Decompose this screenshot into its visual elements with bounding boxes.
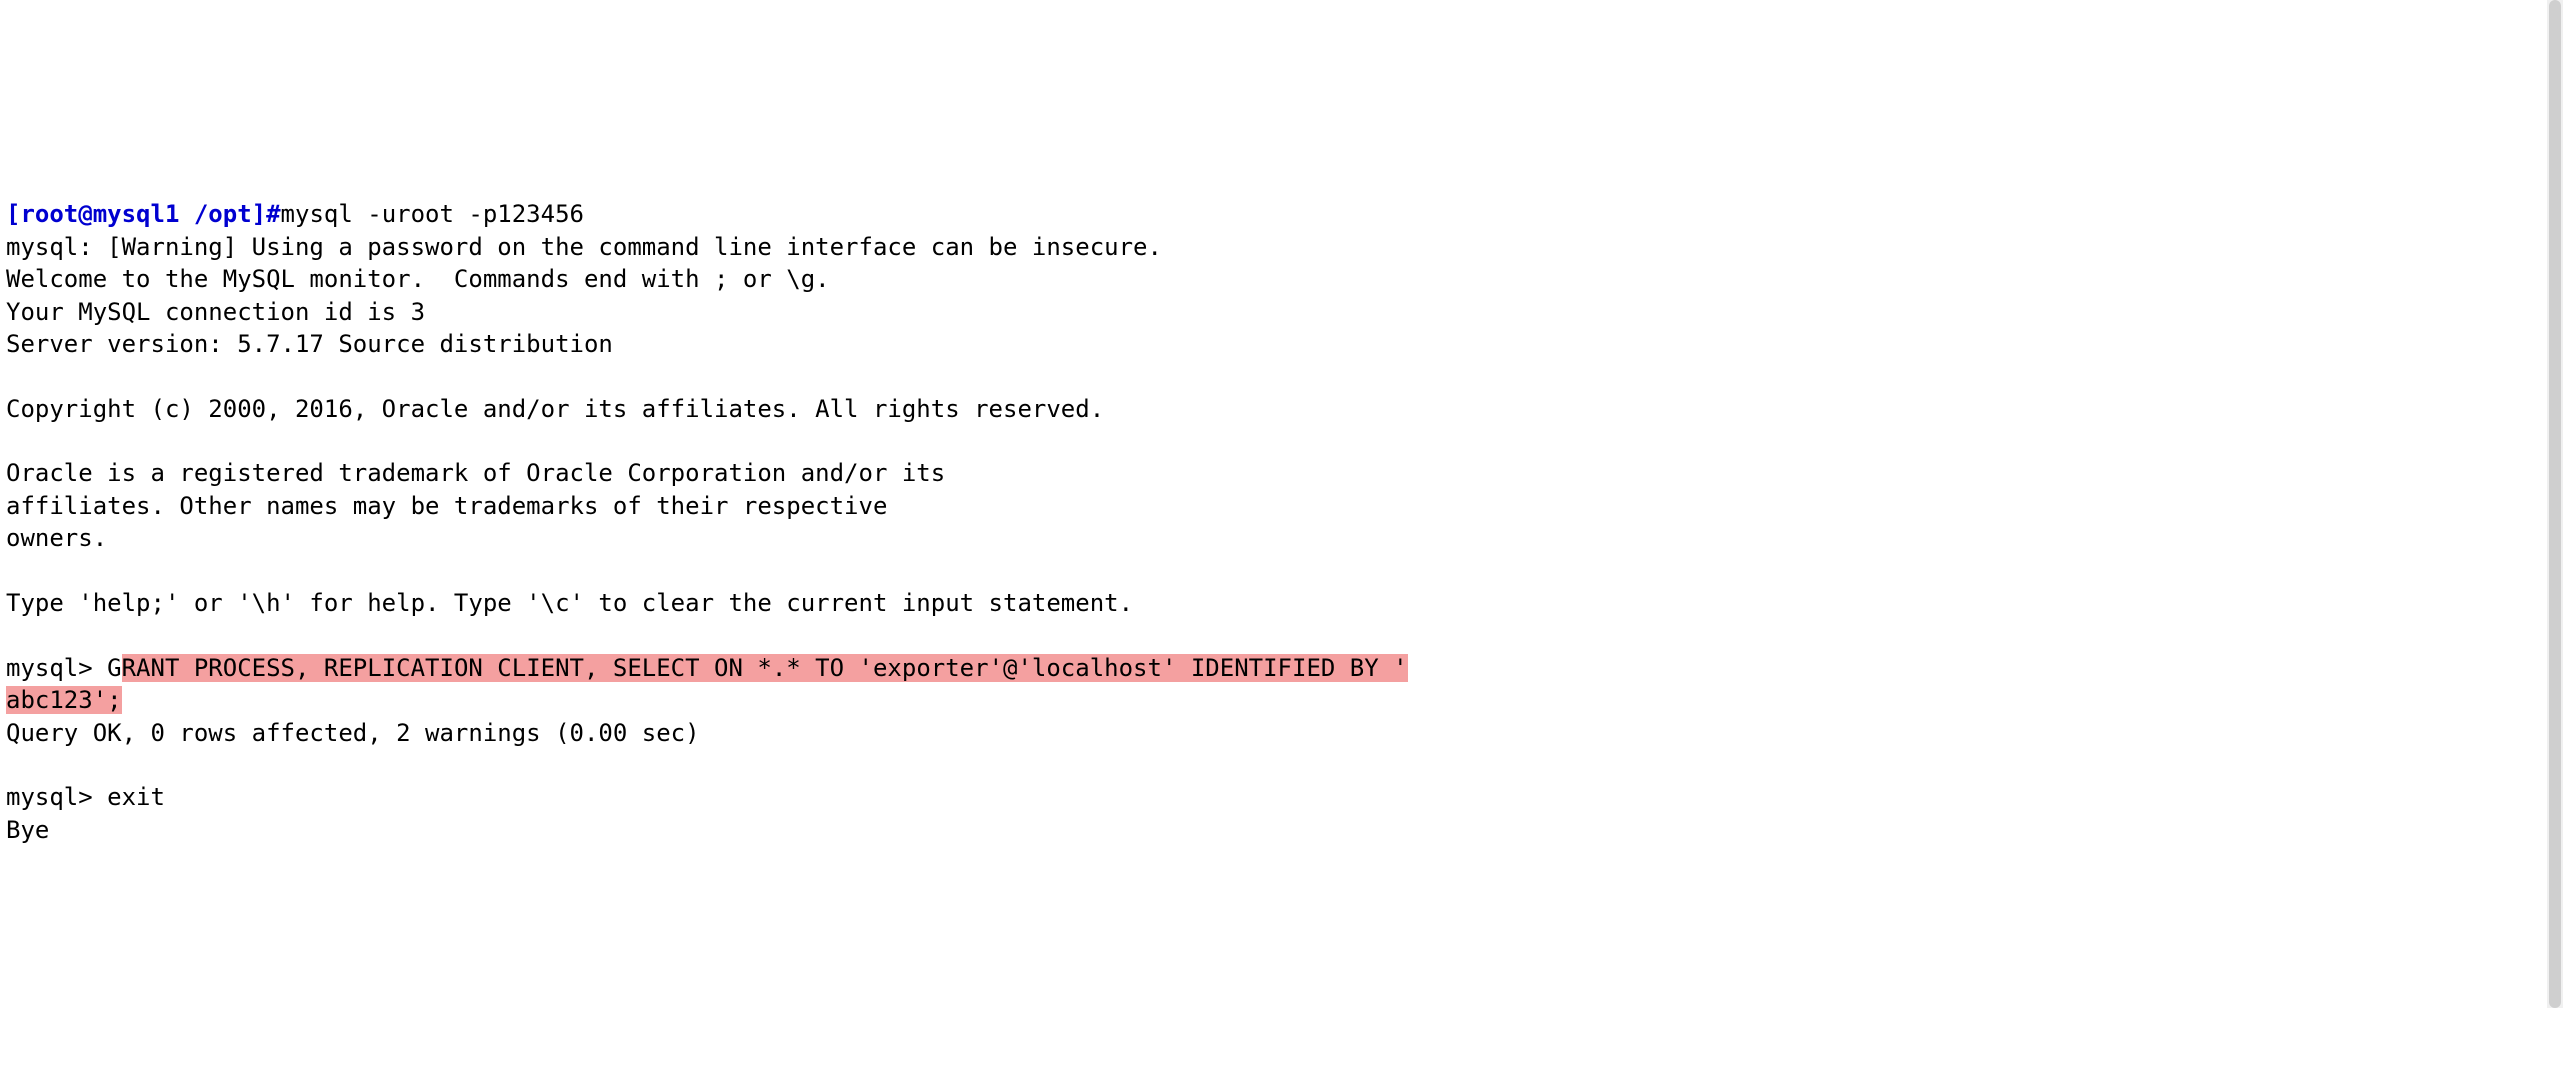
mysql-trademark-2: affiliates. Other names may be trademark…	[6, 492, 887, 520]
mysql-trademark-1: Oracle is a registered trademark of Orac…	[6, 459, 945, 487]
mysql-prompt: mysql>	[6, 654, 107, 682]
query-ok: Query OK, 0 rows affected, 2 warnings (0…	[6, 719, 700, 747]
mysql-conn-id: Your MySQL connection id is 3	[6, 298, 425, 326]
prompt-user-host: [root@mysql1	[6, 200, 194, 228]
prompt-hash: #	[266, 200, 280, 228]
grant-stmt-plain-prefix: G	[107, 654, 121, 682]
mysql-help-line: Type 'help;' or '\h' for help. Type '\c'…	[6, 589, 1133, 617]
shell-command: mysql -uroot -p123456	[281, 200, 584, 228]
mysql-version: Server version: 5.7.17 Source distributi…	[6, 330, 613, 358]
mysql-prompt: mysql>	[6, 783, 107, 811]
bye-line: Bye	[6, 816, 49, 844]
grant-stmt-highlight-1: RANT PROCESS, REPLICATION CLIENT, SELECT…	[122, 654, 1408, 682]
exit-command: exit	[107, 783, 165, 811]
mysql-warning: mysql: [Warning] Using a password on the…	[6, 233, 1162, 261]
prompt-cwd: /opt]	[194, 200, 266, 228]
mysql-welcome: Welcome to the MySQL monitor. Commands e…	[6, 265, 830, 293]
terminal-output[interactable]: [root@mysql1 /opt]#mysql -uroot -p123456…	[0, 162, 2563, 850]
mysql-copyright: Copyright (c) 2000, 2016, Oracle and/or …	[6, 395, 1104, 423]
grant-stmt-highlight-2: abc123';	[6, 686, 122, 714]
scrollbar-track[interactable]	[2547, 0, 2563, 1008]
mysql-trademark-3: owners.	[6, 524, 107, 552]
scrollbar-thumb[interactable]	[2549, 0, 2561, 1008]
